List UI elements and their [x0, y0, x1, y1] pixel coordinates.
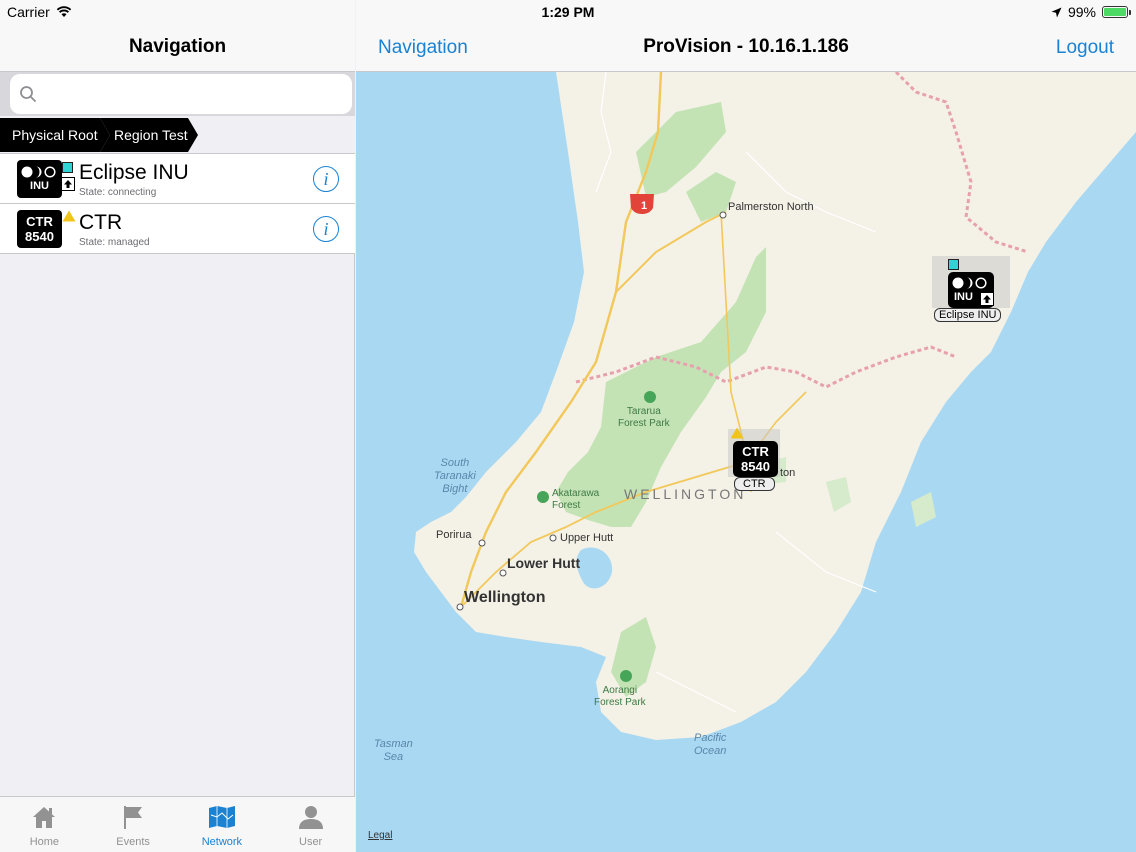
- map-marker-eclipse-inu[interactable]: INU Eclipse INU: [932, 256, 1012, 326]
- device-row-eclipse-inu[interactable]: INU Eclipse INU State: connecting i: [0, 154, 355, 204]
- map-label-pacific-ocean: Pacific Ocean: [694, 732, 727, 757]
- ctr-icon-top: CTR: [26, 214, 53, 229]
- device-list: INU Eclipse INU State: connecting i CTR …: [0, 154, 355, 254]
- ctr-device-icon: CTR 8540: [733, 441, 778, 477]
- info-button-eclipse-inu[interactable]: i: [313, 166, 339, 192]
- tab-label: User: [299, 836, 323, 848]
- map-label-porirua: Porirua: [436, 529, 472, 541]
- location-arrow-icon: [1051, 7, 1062, 17]
- device-row-ctr[interactable]: CTR 8540 CTR State: managed i: [0, 204, 355, 254]
- ctr-icon-text: CTR 8540: [733, 444, 778, 474]
- map-label-wellington: Wellington: [464, 589, 546, 606]
- upload-arrow-icon: [61, 177, 75, 191]
- tab-home[interactable]: Home: [0, 797, 89, 852]
- device-name: Eclipse INU: [79, 161, 189, 184]
- ctr-icon-bottom: 8540: [25, 229, 54, 244]
- inu-symbol-icon: [21, 166, 56, 178]
- logout-button[interactable]: Logout: [1056, 37, 1114, 59]
- clock: 1:29 PM: [541, 4, 595, 20]
- tab-user[interactable]: User: [266, 797, 355, 852]
- map-view[interactable]: 1 Palmerston North Tararua Forest Park S…: [356, 72, 1136, 852]
- nav-title: Navigation: [128, 36, 227, 57]
- search-icon: [20, 86, 36, 102]
- device-state: State: connecting: [79, 187, 157, 198]
- navigation-pane: Navigation Physical Root Region Test INU: [0, 0, 355, 852]
- ctr-icon-bottom: 8540: [741, 459, 770, 474]
- status-bar: Carrier 1:29 PM 99%: [0, 0, 1136, 24]
- marker-label: Eclipse INU: [934, 308, 1002, 322]
- info-button-ctr[interactable]: i: [313, 216, 339, 242]
- tab-network[interactable]: Network: [178, 797, 267, 852]
- marker-label: CTR: [734, 477, 775, 491]
- tab-label: Home: [29, 836, 60, 848]
- warning-icon: [730, 427, 744, 439]
- search-input[interactable]: [46, 80, 342, 108]
- map-label-lower-hutt: Lower Hutt: [507, 555, 581, 571]
- search-bar: [0, 72, 355, 116]
- breadcrumb: Physical Root Region Test: [0, 116, 355, 154]
- user-icon: [298, 806, 323, 829]
- ctr-icon-top: CTR: [742, 444, 769, 459]
- tab-label: Network: [201, 836, 243, 848]
- tab-events[interactable]: Events: [89, 797, 178, 852]
- home-icon: [33, 807, 56, 828]
- map-icon: [208, 806, 235, 828]
- highway-shield-label: 1: [641, 200, 648, 212]
- page-title: ProVision - 10.16.1.186: [643, 36, 849, 57]
- upload-arrow-icon: [980, 292, 994, 306]
- tab-label: Events: [116, 836, 150, 848]
- ctr-device-icon: CTR 8540: [17, 210, 62, 248]
- map-label-palmerston-north: Palmerston North: [728, 201, 814, 213]
- battery-icon: [1102, 6, 1131, 18]
- device-name: CTR: [79, 211, 123, 234]
- warning-icon: [62, 210, 76, 222]
- inu-symbol-icon: [952, 277, 987, 289]
- search-box[interactable]: [10, 74, 352, 114]
- flag-icon: [124, 806, 143, 829]
- legal-link[interactable]: Legal: [368, 830, 392, 841]
- map-label-akatarawa: Akatarawa Forest: [552, 488, 600, 511]
- tab-bar: Home Events Network User: [0, 796, 355, 852]
- breadcrumb-physical-root[interactable]: Physical Root: [0, 118, 110, 152]
- status-right: 99%: [1051, 4, 1131, 20]
- ctr-icon-text: CTR 8540: [17, 214, 62, 244]
- map-label-aorangi: Aorangi Forest Park: [594, 685, 646, 708]
- connecting-status-icon: [62, 162, 73, 173]
- device-state: State: managed: [79, 237, 150, 248]
- inu-icon-text: INU: [954, 291, 973, 303]
- inu-icon-text: INU: [30, 180, 49, 192]
- connecting-status-icon: [948, 259, 959, 270]
- map-label-south-taranaki: South Taranaki Bight: [434, 457, 476, 495]
- map-label-upper-hutt: Upper Hutt: [560, 532, 614, 544]
- map-label-tasman-sea: Tasman Sea: [374, 738, 413, 763]
- map-label-masterton: ton: [780, 467, 796, 479]
- map-label-tararua: Tararua Forest Park: [618, 406, 670, 429]
- inu-device-icon: INU: [17, 160, 62, 198]
- battery-percent: 99%: [1067, 4, 1096, 20]
- breadcrumb-region-test[interactable]: Region Test: [100, 118, 198, 152]
- map-marker-ctr[interactable]: CTR 8540 CTR: [728, 427, 782, 493]
